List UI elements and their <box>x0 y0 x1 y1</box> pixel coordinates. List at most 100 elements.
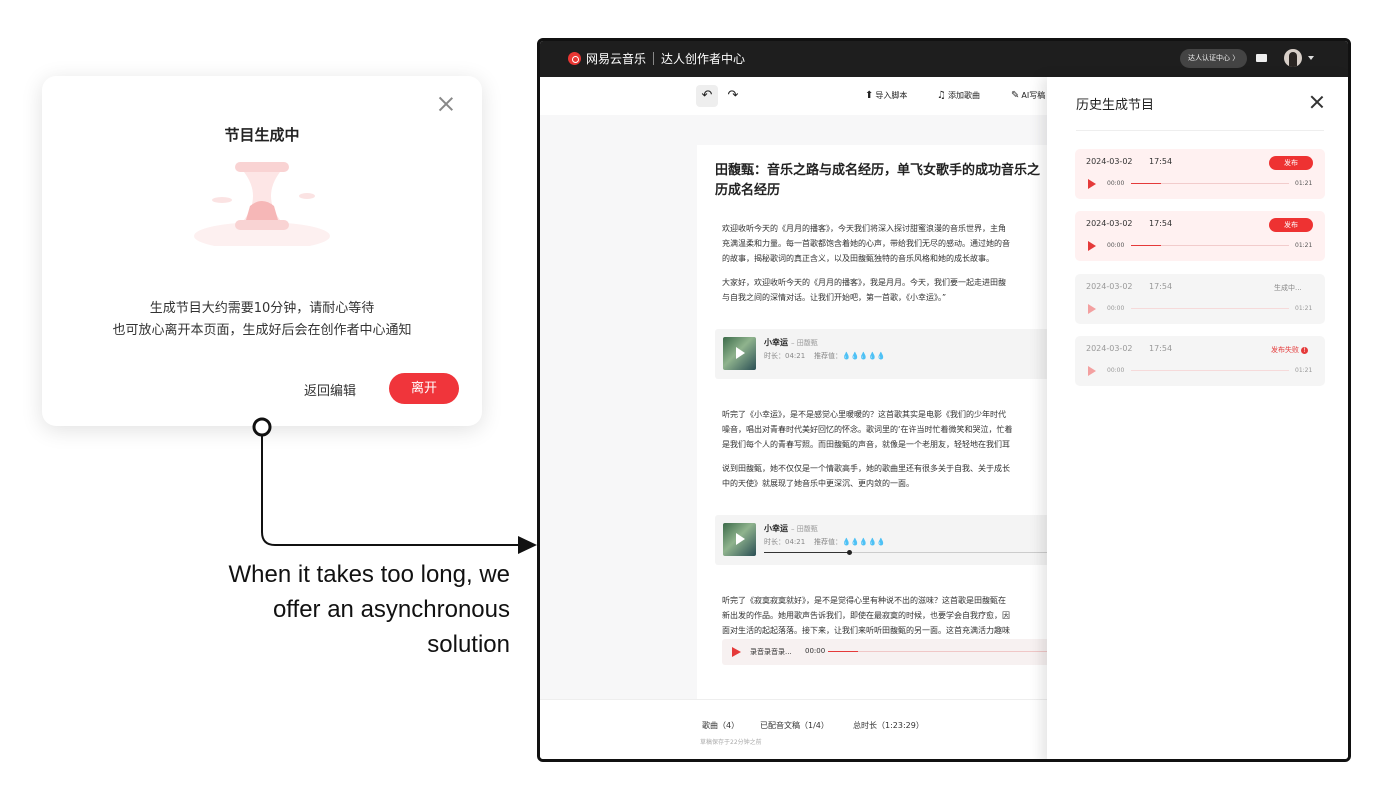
song-duration: 时长：04:21 <box>764 538 806 546</box>
history-date: 2024-03-02 <box>1086 344 1133 353</box>
history-progress-fill <box>1131 245 1161 246</box>
close-icon[interactable] <box>1309 94 1325 110</box>
upload-icon: ⬆ <box>865 90 874 101</box>
history-date: 2024-03-02 <box>1086 282 1133 291</box>
recording-player: 录音录音录... 00:00 <box>722 639 1057 665</box>
chevron-down-icon[interactable] <box>1308 56 1314 60</box>
history-start-time: 00:00 <box>1107 367 1125 374</box>
history-end-time: 01:21 <box>1295 367 1313 374</box>
paragraph-line: 说到田馥甄，她不仅仅是一个情歌高手，她的歌曲里还有很多关于自我、关于成长 <box>722 464 1010 473</box>
history-item[interactable]: 2024-03-02 17:54 发布 00:00 01:21 <box>1075 149 1325 199</box>
mail-icon[interactable] <box>1256 54 1267 62</box>
music-note-icon: ♫ <box>937 90 946 101</box>
song-rating: 推荐值：💧💧💧💧💧 <box>814 352 886 360</box>
play-icon[interactable] <box>732 647 741 657</box>
history-start-time: 00:00 <box>1107 180 1125 187</box>
album-cover-play-icon[interactable] <box>723 337 756 370</box>
ai-label: AI写稿 <box>1021 91 1046 100</box>
song-name: 小幸运 <box>764 524 788 533</box>
add-song-button[interactable]: ♫ 添加歌曲 <box>937 90 980 101</box>
song-card-playing[interactable]: 小幸运 – 田馥甄 时长：04:21 推荐值：💧💧💧💧💧 <box>715 515 1057 565</box>
import-script-button[interactable]: ⬆ 导入脚本 <box>865 90 907 101</box>
history-item[interactable]: 2024-03-02 17:54 发布 00:00 01:21 <box>1075 211 1325 261</box>
song-progress-fill <box>764 552 849 553</box>
avatar[interactable] <box>1284 49 1302 67</box>
verify-center-button[interactable]: 达人认证中心 〉 <box>1180 49 1248 68</box>
song-duration: 时长：04:21 <box>764 352 806 360</box>
paragraph-3[interactable]: 听完了《小幸运》，是不是感觉心里暖暖的？这首歌其实是电影《我们的少年时代 噪音，… <box>722 407 1052 452</box>
recording-label: 录音录音录... <box>750 648 792 656</box>
paragraph-line: 的故事，揭秘歌词的真正含义，以及田馥甄独特的音乐风格和她的成长故事。 <box>722 254 994 263</box>
paragraph-line: 欢迎收听今天的《月月的播客》，今天我们将深入探讨甜蜜浪漫的音乐世界，主角 <box>722 224 1006 233</box>
history-start-time: 00:00 <box>1107 305 1125 312</box>
song-card[interactable]: 小幸运 – 田馥甄 时长：04:21 推荐值：💧💧💧💧💧 <box>715 329 1057 379</box>
voiced-script-count: 已配音文稿（1/4） <box>760 721 829 730</box>
paragraph-line: 与自我之间的深情对话。让我们开始吧，第一首歌，《小幸运》。” <box>722 293 947 302</box>
divider <box>1076 130 1324 131</box>
brand-subtitle: 达人创作者中心 <box>661 52 746 66</box>
paragraph-line: 听完了《小幸运》，是不是感觉心里暖暖的？这首歌其实是电影《我们的少年时代 <box>722 410 1006 419</box>
ai-write-button[interactable]: ✎ AI写稿 <box>1011 90 1045 101</box>
history-end-time: 01:21 <box>1295 242 1313 249</box>
paragraph-line: 新出发的作品。她用歌声告诉我们，即使在最寂寞的时候，也要学会自我疗愈，因 <box>722 611 1010 620</box>
caption-line2: offer an asynchronous <box>272 596 510 623</box>
history-time: 17:54 <box>1149 157 1173 166</box>
history-end-time: 01:21 <box>1295 305 1313 312</box>
redo-icon[interactable]: ↷ <box>722 85 744 107</box>
paragraph-5[interactable]: 听完了《寂寞寂寞就好》，是不是觉得心里有种说不出的滋味？这首歌是田馥甄在 新出发… <box>722 593 1052 638</box>
error-icon: ! <box>1301 346 1308 354</box>
history-start-time: 00:00 <box>1107 242 1125 249</box>
editor-footer: 歌曲（4） 已配音文稿（1/4） 总时长（1:23:29） 草稿保存于22分钟之… <box>540 699 1050 759</box>
paragraph-line: 大家好，欢迎收听今天的《月月的播客》，我是月月。今天，我们要一起走进田馥 <box>722 278 1006 287</box>
song-artist: – 田馥甄 <box>791 525 818 533</box>
draft-saved-status: 草稿保存于22分钟之前 <box>700 739 762 746</box>
publish-button[interactable]: 发布 <box>1269 156 1313 170</box>
recording-progress-fill <box>828 651 858 652</box>
history-time: 17:54 <box>1149 344 1173 353</box>
play-icon[interactable] <box>1088 179 1096 189</box>
history-time: 17:54 <box>1149 219 1173 228</box>
recording-progress-track[interactable] <box>828 651 1053 652</box>
history-end-time: 01:21 <box>1295 180 1313 187</box>
caption-line3: solution <box>427 631 510 658</box>
song-count: 歌曲（4） <box>702 721 740 730</box>
paragraph-line: 充满温柔和力量。每一首歌都饱含着她的心声，带给我们无尽的感动。通过她的音 <box>722 239 1010 248</box>
play-icon[interactable] <box>1088 241 1096 251</box>
caption-text: When it takes too long, we offer an asyn… <box>150 557 510 662</box>
add-song-label: 添加歌曲 <box>947 91 980 100</box>
song-name: 小幸运 <box>764 338 788 347</box>
history-progress-track <box>1131 308 1289 309</box>
netease-music-logo-icon <box>568 52 581 65</box>
album-cover-play-icon[interactable] <box>723 523 756 556</box>
publish-failed-label: 发布失败 <box>1271 346 1299 354</box>
title-line1: 田馥甄：音乐之路与成名经历，单飞女歌手的成功音乐之 <box>715 163 1041 178</box>
top-bar: 网易云音乐 达人创作者中心 达人认证中心 〉 <box>540 41 1348 77</box>
import-label: 导入脚本 <box>875 91 908 100</box>
paragraph-line: 听完了《寂寞寂寞就好》，是不是觉得心里有种说不出的滋味？这首歌是田馥甄在 <box>722 596 1006 605</box>
undo-icon[interactable]: ↶ <box>696 85 718 107</box>
paragraph-4[interactable]: 说到田馥甄，她不仅仅是一个情歌高手，她的歌曲里还有很多关于自我、关于成长 中的天… <box>722 461 1052 491</box>
play-icon <box>1088 366 1096 376</box>
play-icon <box>1088 304 1096 314</box>
history-panel: 历史生成节目 2024-03-02 17:54 发布 00:00 01:21 2… <box>1047 77 1348 759</box>
publish-failed-status[interactable]: 发布失败! <box>1271 345 1308 355</box>
paragraph-1[interactable]: 欢迎收听今天的《月月的播客》，今天我们将深入探讨甜蜜浪漫的音乐世界，主角 充满温… <box>722 221 1052 266</box>
publish-button[interactable]: 发布 <box>1269 218 1313 232</box>
history-time: 17:54 <box>1149 282 1173 291</box>
brand-divider <box>653 52 654 65</box>
paragraph-line: 面对生活的起起落落。接下来，让我们来听听田馥甄的另一面。这首充满活力趣味 <box>722 626 1010 635</box>
generating-status: 生成中... <box>1274 284 1302 292</box>
paragraph-2[interactable]: 大家好，欢迎收听今天的《月月的播客》，我是月月。今天，我们要一起走进田馥 与自我… <box>722 275 1052 305</box>
ai-edit-icon: ✎ <box>1011 90 1020 101</box>
song-artist: – 田馥甄 <box>791 339 818 347</box>
song-rating: 推荐值：💧💧💧💧💧 <box>814 538 886 546</box>
song-progress-handle[interactable] <box>847 550 852 555</box>
history-panel-title: 历史生成节目 <box>1076 98 1155 113</box>
paragraph-line: 中的天使》就展现了她音乐中更深沉、更内敛的一面。 <box>722 479 914 488</box>
document-title: 田馥甄：音乐之路与成名经历，单飞女歌手的成功音乐之 历成名经历 <box>715 161 1055 201</box>
history-progress-track <box>1131 370 1289 371</box>
history-date: 2024-03-02 <box>1086 157 1133 166</box>
history-date: 2024-03-02 <box>1086 219 1133 228</box>
history-item: 2024-03-02 17:54 发布失败! 00:00 01:21 <box>1075 336 1325 386</box>
caption-line1: When it takes too long, we <box>228 561 510 588</box>
